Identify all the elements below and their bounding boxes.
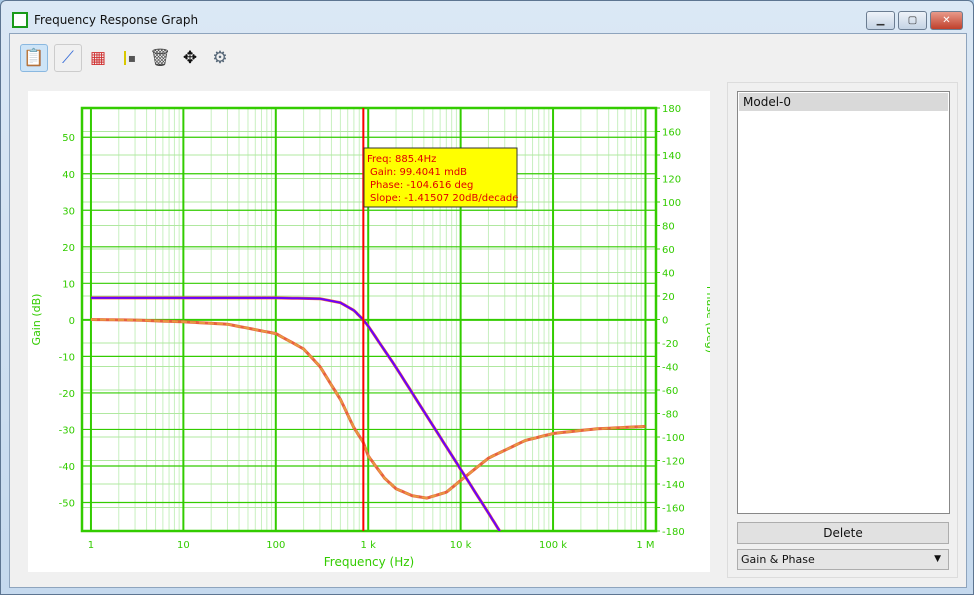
model-list[interactable]: Model-0 xyxy=(737,91,950,514)
bode-plot-icon xyxy=(12,12,28,28)
x-tick-label: 1 xyxy=(88,540,94,551)
maximize-button[interactable]: ▢ xyxy=(898,11,927,30)
x-tick-label: 100 xyxy=(266,540,285,551)
y2-tick-label: 180 xyxy=(662,104,681,115)
settings-gear-icon[interactable]: ⚙ xyxy=(206,44,234,72)
chart-overlay-icon[interactable]: ▦ xyxy=(84,44,112,72)
y-tick-label: 20 xyxy=(62,243,75,254)
trash-icon[interactable]: 🗑 xyxy=(146,44,174,72)
y-tick-label: -50 xyxy=(59,499,75,510)
y-axis-label: Gain (dB) xyxy=(30,294,43,346)
y-tick-label: -10 xyxy=(59,352,75,363)
x-tick-label: 100 k xyxy=(539,540,567,551)
model-panel: Model-0 Delete Gain & Phase ▼ xyxy=(727,82,958,578)
y2-tick-label: 40 xyxy=(662,269,675,280)
y2-tick-label: -20 xyxy=(662,339,678,350)
y2-tick-label: -160 xyxy=(662,504,685,515)
y2-axis-label: Phase (Deg) xyxy=(704,286,710,353)
y-tick-label: 50 xyxy=(62,133,75,144)
marker-icon[interactable]: ▪ xyxy=(116,44,144,72)
delete-button[interactable]: Delete xyxy=(737,522,949,544)
y2-tick-label: 60 xyxy=(662,245,675,256)
client-area: 📋 ⟋ ▦ ▪ 🗑 ✥ ⚙ 1 10 100 1 k 10 k 100 k1 M 50 40 3… xyxy=(9,33,967,588)
y2-tick-label: 100 xyxy=(662,198,681,209)
y2-tick-label: -140 xyxy=(662,480,685,491)
x-axis-label: Frequency (Hz) xyxy=(324,555,415,569)
y2-tick-label: -40 xyxy=(662,363,678,374)
y-tick-label: -40 xyxy=(59,462,75,473)
x-tick-label: 1 M xyxy=(636,540,654,551)
minimize-button[interactable]: ▁ xyxy=(866,11,895,30)
y-tick-label: -20 xyxy=(59,389,75,400)
clipboard-list-icon[interactable]: 📋 xyxy=(20,44,48,72)
tooltip-slope: Slope: -1.41507 20dB/decade xyxy=(370,193,518,204)
y-tick-label: -30 xyxy=(59,425,75,436)
x-tick-label: 1 k xyxy=(361,540,377,551)
y2-tick-label: 120 xyxy=(662,175,681,186)
move-arrows-icon[interactable]: ✥ xyxy=(176,44,204,72)
tooltip-freq: Freq: 885.4Hz xyxy=(367,154,436,165)
y-tick-label: 30 xyxy=(62,206,75,217)
y2-tick-label: 140 xyxy=(662,151,681,162)
window-title: Frequency Response Graph xyxy=(34,13,199,27)
y-tick-label: 10 xyxy=(62,279,75,290)
y2-tick-label: -60 xyxy=(662,386,678,397)
y2-tick-label: 160 xyxy=(662,128,681,139)
line-chart-icon[interactable]: ⟋ xyxy=(54,44,82,72)
close-button[interactable]: ✕ xyxy=(930,11,963,30)
x-tick-label: 10 xyxy=(177,540,190,551)
app-window: Frequency Response Graph ▁ ▢ ✕ 📋 ⟋ ▦ ▪ 🗑… xyxy=(0,0,974,595)
frequency-response-plot[interactable]: 1 10 100 1 k 10 k 100 k1 M 50 40 30 20 10 0 -10 -20 -3… xyxy=(28,91,717,572)
y2-tick-label: -120 xyxy=(662,457,685,468)
bode-chart[interactable]: 1 10 100 1 k 10 k 100 k1 M50403020100-10-20-3… xyxy=(28,91,717,572)
y2-tick-label: 20 xyxy=(662,292,675,303)
tooltip-gain: Gain: 99.4041 mdB xyxy=(370,167,467,178)
y2-tick-label: -100 xyxy=(662,433,685,444)
y2-tick-label: 0 xyxy=(662,316,668,327)
y2-tick-label: -180 xyxy=(662,527,685,538)
x-tick-label: 10 k xyxy=(450,540,472,551)
model-list-item[interactable]: Model-0 xyxy=(739,93,948,111)
view-select-value: Gain & Phase xyxy=(741,553,815,566)
y-tick-label: 0 xyxy=(69,316,75,327)
chevron-down-icon: ▼ xyxy=(934,554,941,564)
y2-tick-label: -80 xyxy=(662,410,678,421)
view-select[interactable]: Gain & Phase ▼ xyxy=(737,549,949,570)
tooltip-phase: Phase: -104.616 deg xyxy=(370,180,473,191)
y2-tick-label: 80 xyxy=(662,222,675,233)
y-tick-label: 40 xyxy=(62,170,75,181)
